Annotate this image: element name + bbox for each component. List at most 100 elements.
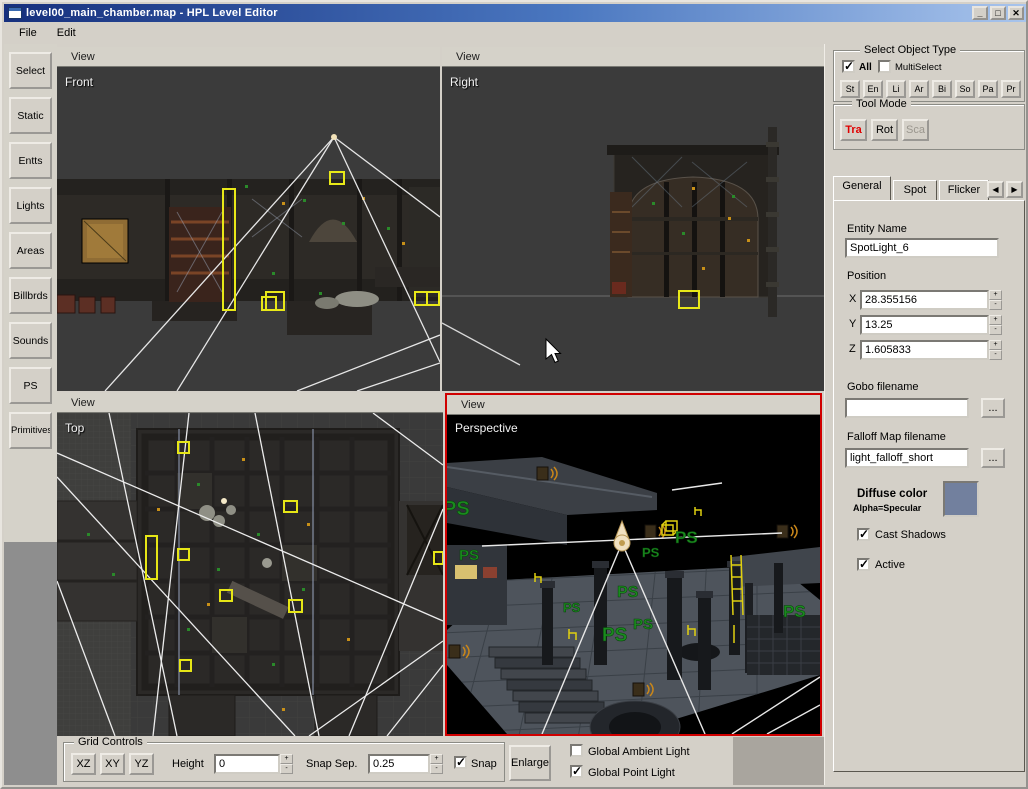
entity-name-input[interactable]: [845, 238, 999, 258]
svg-text:PS: PS: [783, 602, 806, 621]
right-panel: Select Object Type All MultiSelect St En…: [824, 44, 1028, 785]
svg-text:PS: PS: [633, 616, 653, 633]
tool-rotate-button[interactable]: Rot: [871, 119, 898, 141]
front-viewport-canvas[interactable]: [57, 67, 440, 391]
y-spin-up[interactable]: +: [989, 315, 1002, 325]
type-static-button[interactable]: St: [840, 80, 860, 98]
snap-label: Snap: [471, 758, 497, 770]
viewport-top[interactable]: View Top: [57, 393, 443, 736]
type-sound-button[interactable]: So: [955, 80, 975, 98]
snap-checkbox[interactable]: [454, 756, 467, 769]
toolbar-ps-button[interactable]: PS: [9, 367, 52, 404]
height-label: Height: [172, 758, 204, 770]
diffuse-color-swatch[interactable]: [943, 481, 979, 517]
viewport-right[interactable]: View Right: [442, 47, 824, 391]
position-z-input[interactable]: [860, 340, 989, 360]
diffuse-color-label: Diffuse color: [857, 488, 927, 500]
z-spin-up[interactable]: +: [989, 340, 1002, 350]
cast-shadows-checkbox[interactable]: [857, 528, 870, 541]
tab-scroll-left-icon[interactable]: ◀: [987, 181, 1004, 198]
toolbar-sounds-button[interactable]: Sounds: [9, 322, 52, 359]
tab-spot[interactable]: Spot: [893, 180, 937, 200]
height-spinner: + -: [280, 754, 293, 774]
tool-translate-button[interactable]: Tra: [840, 119, 867, 141]
position-z-spinner: + -: [989, 340, 1002, 360]
x-spin-down[interactable]: -: [989, 300, 1002, 310]
bottom-bar: Grid Controls XZ XY YZ Height + - Snap S…: [57, 737, 824, 785]
minimize-button[interactable]: _: [972, 6, 988, 20]
svg-text:PS: PS: [563, 600, 581, 615]
toolbar-primitives-button[interactable]: Primitives: [9, 412, 52, 449]
height-input[interactable]: [214, 754, 280, 774]
window-title: level00_main_chamber.map - HPL Level Edi…: [26, 7, 972, 19]
grid-xy-button[interactable]: XY: [100, 753, 125, 775]
global-ambient-label: Global Ambient Light: [588, 746, 690, 758]
select-object-type-group: Select Object Type All MultiSelect St En…: [833, 50, 1025, 102]
close-button[interactable]: ✕: [1008, 6, 1024, 20]
type-light-button[interactable]: Li: [886, 80, 906, 98]
app-icon: [8, 7, 22, 19]
menu-file[interactable]: File: [10, 24, 46, 42]
tab-general[interactable]: General: [833, 176, 891, 200]
type-entity-button[interactable]: En: [863, 80, 883, 98]
z-spin-down[interactable]: -: [989, 350, 1002, 360]
viewport-front[interactable]: View Front: [57, 47, 440, 391]
viewport-perspective[interactable]: View Perspective: [445, 393, 822, 736]
global-ambient-checkbox[interactable]: [570, 744, 583, 757]
hpl-level-editor-window: level00_main_chamber.map - HPL Level Edi…: [0, 0, 1028, 789]
maximize-button[interactable]: □: [990, 6, 1006, 20]
toolbar-select-button[interactable]: Select: [9, 52, 52, 89]
viewport-top-header[interactable]: View: [57, 393, 443, 413]
x-spin-up[interactable]: +: [989, 290, 1002, 300]
grid-yz-button[interactable]: YZ: [129, 753, 154, 775]
gobo-filename-input[interactable]: [845, 398, 969, 418]
enlarge-button[interactable]: Enlarge: [509, 745, 551, 781]
tab-scroll-right-icon[interactable]: ▶: [1006, 181, 1023, 198]
grid-controls-group: Grid Controls XZ XY YZ Height + - Snap S…: [63, 742, 505, 782]
falloff-map-input[interactable]: [845, 448, 969, 468]
height-spin-down[interactable]: -: [280, 764, 293, 774]
tool-scale-button[interactable]: Sca: [902, 119, 929, 141]
type-area-button[interactable]: Ar: [909, 80, 929, 98]
snap-sep-spin-down[interactable]: -: [430, 764, 443, 774]
top-light-source: [221, 498, 227, 504]
viewport-right-header[interactable]: View: [442, 47, 824, 67]
falloff-browse-button[interactable]: ...: [981, 448, 1005, 468]
snap-sep-input[interactable]: [368, 754, 430, 774]
gobo-browse-button[interactable]: ...: [981, 398, 1005, 418]
right-viewport-canvas[interactable]: [442, 67, 824, 391]
position-x-input[interactable]: [860, 290, 989, 310]
type-billboard-button[interactable]: Bi: [932, 80, 952, 98]
multiselect-label: MultiSelect: [895, 62, 941, 73]
position-y-input[interactable]: [860, 315, 989, 335]
toolbar-billboards-button[interactable]: Billbrds: [9, 277, 52, 314]
y-spin-down[interactable]: -: [989, 325, 1002, 335]
grid-controls-legend: Grid Controls: [74, 736, 147, 748]
svg-text:PS: PS: [617, 584, 639, 601]
height-spin-up[interactable]: +: [280, 754, 293, 764]
perspective-viewport-canvas[interactable]: PS PS PS PS PS PS PS PS PS: [447, 415, 820, 734]
tab-flicker[interactable]: Flicker: [939, 180, 989, 200]
multiselect-checkbox[interactable]: [878, 60, 891, 73]
active-checkbox[interactable]: [857, 558, 870, 571]
position-z-label: Z: [849, 343, 856, 355]
toolbar-areas-button[interactable]: Areas: [9, 232, 52, 269]
all-checkbox[interactable]: [842, 60, 855, 73]
snap-sep-spinner: + -: [430, 754, 443, 774]
snap-sep-label: Snap Sep.: [306, 758, 357, 770]
viewport-perspective-header[interactable]: View: [447, 395, 820, 415]
top-viewport-canvas[interactable]: [57, 413, 443, 736]
svg-text:PS: PS: [675, 528, 698, 547]
toolbar-entities-button[interactable]: Entts: [9, 142, 52, 179]
grid-xz-button[interactable]: XZ: [71, 753, 96, 775]
toolbar-lights-button[interactable]: Lights: [9, 187, 52, 224]
global-point-checkbox[interactable]: [570, 765, 583, 778]
toolbar-static-button[interactable]: Static: [9, 97, 52, 134]
type-particle-button[interactable]: Pa: [978, 80, 998, 98]
position-label: Position: [847, 270, 886, 282]
viewport-front-header[interactable]: View: [57, 47, 440, 67]
falloff-map-label: Falloff Map filename: [847, 431, 946, 443]
snap-sep-spin-up[interactable]: +: [430, 754, 443, 764]
menu-edit[interactable]: Edit: [48, 24, 85, 42]
type-primitive-button[interactable]: Pr: [1001, 80, 1021, 98]
